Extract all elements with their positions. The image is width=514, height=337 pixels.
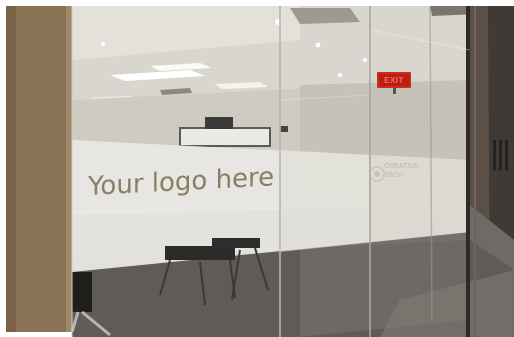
vent <box>290 8 360 24</box>
office-glass-wall-photo: EXIT Your logo here CREATIVE TECH <box>0 0 514 337</box>
faded-brand-mark: CREATIVE TECH <box>384 162 419 180</box>
brand-mark-line1: CREATIVE <box>384 163 419 170</box>
brand-mark-line2: TECH <box>384 172 404 179</box>
exit-sign-text: EXIT <box>384 76 404 85</box>
back-screen <box>179 127 271 147</box>
projector <box>205 117 233 129</box>
